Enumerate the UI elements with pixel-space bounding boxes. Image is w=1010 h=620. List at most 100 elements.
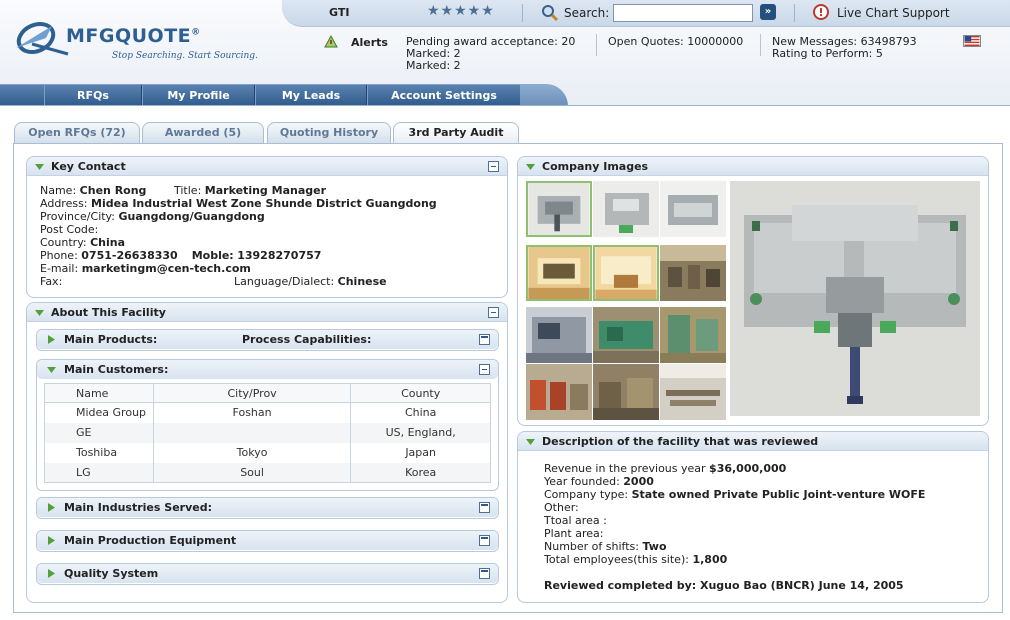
tab-3rd-party-audit[interactable]: 3rd Party Audit bbox=[393, 122, 519, 143]
search-label: Search: bbox=[564, 6, 610, 20]
expand-arrow-icon bbox=[48, 569, 55, 578]
support-icon[interactable] bbox=[812, 4, 830, 22]
thumbnail-warehouse-1[interactable] bbox=[526, 364, 592, 420]
contact-email-row: E-mail: marketingm@cen-tech.com bbox=[40, 262, 251, 275]
equipment-section[interactable]: Main Production Equipment bbox=[36, 530, 499, 552]
thumbnail-machine-2[interactable] bbox=[593, 307, 659, 363]
collapse-arrow-icon bbox=[526, 439, 535, 445]
collapse-arrow-icon bbox=[47, 367, 56, 373]
thumbnail-mold-1[interactable] bbox=[526, 181, 592, 237]
contact-name-row: Name: Chen Rong bbox=[40, 184, 147, 197]
panel-title: About This Facility bbox=[51, 306, 166, 319]
contact-language-row: Language/Dialect: Chinese bbox=[234, 275, 387, 288]
section-title: Main Industries Served: bbox=[64, 501, 212, 514]
panel-header[interactable]: Company Images bbox=[518, 157, 988, 176]
industries-section[interactable]: Main Industries Served: bbox=[36, 497, 499, 519]
minimize-button[interactable] bbox=[479, 364, 490, 375]
nav-rfqs[interactable]: RFQs bbox=[44, 85, 142, 106]
company-name: GTI bbox=[329, 6, 350, 19]
quality-section[interactable]: Quality System bbox=[36, 563, 499, 585]
section-header: Main Products: Process Capabilities: bbox=[37, 330, 498, 349]
thumbnail-mold-3[interactable] bbox=[660, 181, 726, 237]
other-row: Other: bbox=[544, 501, 579, 514]
total-area-row: Ttoal area : bbox=[544, 514, 607, 527]
top-bar: GTI ★★★★★ Search: » Live Chart Support bbox=[282, 0, 1010, 27]
brand-tagline: Stop Searching. Start Sourcing. bbox=[112, 51, 258, 61]
nav-my-profile[interactable]: My Profile bbox=[142, 85, 255, 106]
tab-open-rfqs[interactable]: Open RFQs (72) bbox=[14, 122, 140, 143]
cell-county: Korea bbox=[350, 462, 491, 483]
table-header-row: Name City/Prov County bbox=[44, 383, 491, 403]
minimize-button[interactable] bbox=[488, 161, 499, 172]
panel-header[interactable]: About This Facility bbox=[27, 303, 507, 322]
thumbnail-warehouse-2[interactable] bbox=[593, 364, 659, 420]
alerts-title: Alerts bbox=[351, 36, 388, 49]
thumbnail-mold-2[interactable] bbox=[593, 181, 659, 237]
live-support-link[interactable]: Live Chart Support bbox=[837, 6, 950, 20]
selected-company-image bbox=[730, 181, 980, 416]
divider bbox=[596, 34, 597, 56]
panel-header[interactable]: Description of the facility that was rev… bbox=[518, 432, 988, 451]
thumbnail-assembly[interactable] bbox=[660, 364, 726, 420]
section-title: Quality System bbox=[64, 567, 159, 580]
alerts-messages[interactable]: New Messages: 63498793 Rating to Perform… bbox=[772, 36, 917, 60]
key-contact-panel: Key Contact Name: Chen Rong Title: Marke… bbox=[26, 156, 508, 298]
table-row: LG Soul Korea bbox=[44, 462, 491, 483]
search-input[interactable] bbox=[613, 4, 753, 22]
collapse-arrow-icon bbox=[35, 310, 44, 316]
alerts-open-quotes[interactable]: Open Quotes: 10000000 bbox=[608, 36, 743, 48]
nav-tail bbox=[520, 84, 568, 106]
cell-name: Midea Group bbox=[44, 402, 154, 423]
thumbnail-workshop-1[interactable] bbox=[660, 245, 726, 301]
tab-awarded[interactable]: Awarded (5) bbox=[142, 122, 264, 143]
expand-button[interactable] bbox=[479, 568, 490, 579]
contact-fax-row: Fax: bbox=[40, 275, 63, 288]
section-header: Main Production Equipment bbox=[37, 531, 498, 550]
section-header: Main Industries Served: bbox=[37, 498, 498, 517]
brand-logo[interactable]: MFGQUOTE® Stop Searching. Start Sourcing… bbox=[12, 18, 262, 68]
section-title: Main Production Equipment bbox=[64, 534, 237, 547]
thumbnail-machine-3[interactable] bbox=[660, 307, 726, 363]
main-products-section[interactable]: Main Products: Process Capabilities: bbox=[36, 329, 499, 351]
minimize-button[interactable] bbox=[488, 307, 499, 318]
thumbnail-machine-1[interactable] bbox=[526, 307, 592, 363]
plant-area-row: Plant area: bbox=[544, 527, 604, 540]
year-founded-row: Year founded: 2000 bbox=[544, 475, 654, 488]
cell-city: Foshan bbox=[152, 402, 352, 423]
alerts-pending[interactable]: Pending award acceptance: 20 Marked: 2 M… bbox=[406, 36, 575, 72]
revenue-row: Revenue in the previous year $36,000,000 bbox=[544, 462, 787, 475]
us-flag-icon[interactable] bbox=[963, 35, 981, 47]
nav-my-leads[interactable]: My Leads bbox=[255, 85, 367, 106]
nav-account-settings[interactable]: Account Settings bbox=[367, 85, 521, 106]
section-title: Main Customers: bbox=[64, 363, 169, 376]
rating-stars: ★★★★★ bbox=[427, 3, 495, 19]
cell-name: GE bbox=[44, 422, 154, 443]
section-header[interactable]: Main Customers: bbox=[37, 360, 498, 379]
divider bbox=[794, 4, 795, 22]
brand-name: MFGQUOTE® bbox=[66, 25, 201, 47]
tab-quoting-history[interactable]: Quoting History bbox=[267, 122, 391, 143]
section-header: Quality System bbox=[37, 564, 498, 583]
alert-line: Open Quotes: 10000000 bbox=[608, 35, 744, 48]
thumbnail-lobby[interactable] bbox=[593, 245, 659, 301]
panel-title: Description of the facility that was rev… bbox=[542, 435, 819, 448]
company-type-row: Company type: State owned Private Public… bbox=[544, 488, 926, 501]
thumbnail-office[interactable] bbox=[526, 245, 592, 301]
search-go-button[interactable]: » bbox=[760, 4, 776, 20]
cell-city: Soul bbox=[152, 462, 352, 483]
alert-line: Marked: 2 bbox=[406, 59, 461, 72]
panel-header[interactable]: Key Contact bbox=[27, 157, 507, 176]
section-title: Main Products: bbox=[64, 333, 158, 346]
shifts-row: Number of shifts: Two bbox=[544, 540, 667, 553]
contact-address-row: Address: Midea Industrial West Zone Shun… bbox=[40, 197, 437, 210]
expand-arrow-icon bbox=[48, 335, 55, 344]
contact-postcode-row: Post Code: bbox=[40, 223, 99, 236]
section-title: Process Capabilities: bbox=[242, 333, 372, 346]
alerts-bar: Alerts Pending award acceptance: 20 Mark… bbox=[294, 28, 1010, 84]
expand-button[interactable] bbox=[479, 502, 490, 513]
column-header: City/Prov bbox=[152, 383, 352, 403]
reviewed-by-row: Reviewed completed by: Xuguo Bao (BNCR) … bbox=[544, 579, 904, 592]
expand-button[interactable] bbox=[479, 535, 490, 546]
contact-country-row: Country: China bbox=[40, 236, 126, 249]
expand-button[interactable] bbox=[479, 334, 490, 345]
